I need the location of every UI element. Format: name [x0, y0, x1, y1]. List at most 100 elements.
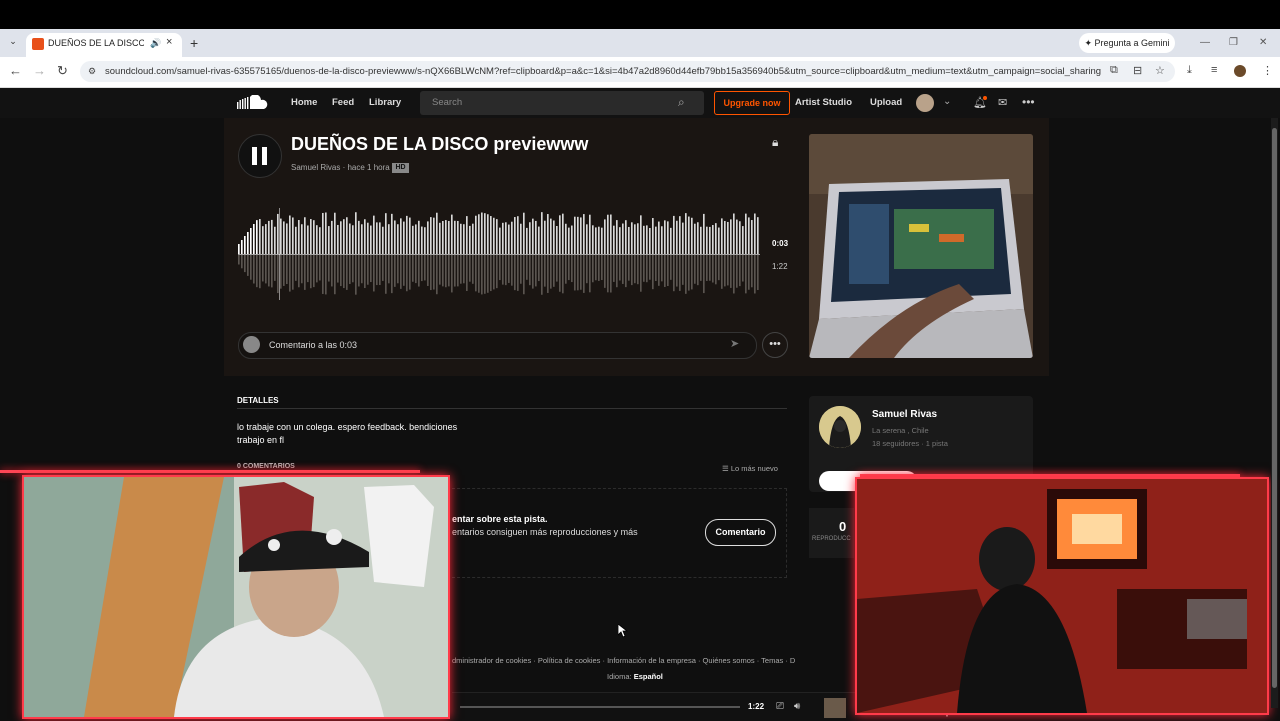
sort-label: Lo más nuevo	[730, 464, 778, 473]
waveform-bar	[316, 225, 318, 254]
waveform-bar	[346, 217, 348, 254]
hd-badge: HD	[392, 163, 409, 173]
waveform-reflection	[472, 255, 474, 284]
upgrade-button[interactable]: Upgrade now	[714, 91, 790, 115]
waveform-reflection	[709, 255, 711, 281]
search-icon[interactable]: ⌕	[678, 95, 685, 110]
artist-avatar[interactable]	[819, 406, 861, 448]
waveform-bar	[319, 227, 321, 254]
user-menu-chevron-icon[interactable]: ⌄	[943, 96, 951, 107]
audio-playing-icon[interactable]: 🔊	[150, 38, 161, 49]
waveform-bar	[397, 224, 399, 254]
new-tab-icon[interactable]: +	[190, 35, 198, 51]
track-more-button[interactable]: •••	[762, 332, 788, 358]
waveform-reflection	[520, 255, 522, 284]
total-time: 1:22	[772, 262, 788, 271]
messages-icon[interactable]: ✉	[998, 96, 1007, 109]
browser-tab[interactable]: DUEÑOS DE LA DISCO prev 🔊 ×	[26, 33, 182, 57]
tab-close-icon[interactable]: ×	[166, 36, 172, 48]
waveform-reflection	[670, 255, 672, 280]
waveform-bar	[394, 220, 396, 254]
waveform-reflection	[667, 255, 669, 286]
player-thumbnail[interactable]	[824, 698, 846, 718]
language-selector[interactable]: Idioma: Español	[607, 672, 663, 681]
waveform[interactable]	[238, 208, 760, 300]
waveform-playhead[interactable]	[279, 208, 280, 300]
gemini-label: Pregunta a Gemini	[1094, 38, 1170, 48]
waveform-bar	[688, 216, 690, 254]
minimize-icon[interactable]: —	[1200, 37, 1210, 48]
search-input[interactable]	[420, 91, 704, 115]
nav-library[interactable]: Library	[369, 97, 401, 108]
waveform-reflection	[547, 255, 549, 293]
waveform-reflection	[664, 255, 666, 287]
waveform-reflection	[469, 255, 471, 282]
waveform-reflection	[610, 255, 612, 293]
waveform-bar	[664, 220, 666, 254]
waveform-bar	[331, 220, 333, 254]
downloads-icon[interactable]: ⤓	[1187, 64, 1192, 77]
waveform-bar	[709, 226, 711, 254]
waveform-reflection	[445, 255, 447, 288]
forward-icon[interactable]: →	[33, 63, 46, 78]
site-info-icon[interactable]: ⚙	[88, 66, 96, 77]
waveform-bar	[754, 213, 756, 254]
waveform-bar	[430, 217, 432, 254]
screen-top-bar	[0, 0, 1280, 29]
waveform-reflection	[748, 255, 750, 290]
browser-menu-icon[interactable]: ⋮	[1262, 64, 1273, 77]
cast-icon[interactable]: ⎚	[776, 701, 784, 712]
waveform-reflection	[289, 255, 291, 292]
track-artwork[interactable]	[809, 134, 1033, 358]
waveform-reflection	[742, 255, 744, 282]
comment-button[interactable]: Comentario	[705, 519, 776, 546]
waveform-bar	[412, 225, 414, 254]
soundcloud-logo-icon[interactable]	[237, 95, 269, 109]
window-close-icon[interactable]: ✕	[1259, 37, 1267, 48]
back-icon[interactable]: ←	[9, 63, 22, 78]
waveform-bar	[616, 220, 618, 254]
waveform-bar	[301, 224, 303, 254]
waveform-reflection	[592, 255, 594, 283]
volume-icon[interactable]: 🔊︎	[794, 701, 800, 712]
waveform-bar	[613, 225, 615, 254]
restore-icon[interactable]: ❐	[1229, 37, 1238, 48]
waveform-reflection	[496, 255, 498, 289]
waveform-bar	[271, 219, 273, 254]
track-posted: hace 1 hora	[347, 163, 390, 172]
sort-dropdown[interactable]: ☰ Lo más nuevo	[722, 464, 778, 473]
profile-avatar[interactable]	[1234, 65, 1246, 77]
nav-artist-studio[interactable]: Artist Studio	[795, 97, 852, 108]
waveform-reflection	[661, 255, 663, 282]
waveform-reflection	[655, 255, 657, 282]
install-app-icon[interactable]: ⊟	[1133, 64, 1142, 77]
gemini-button[interactable]: ✦ Pregunta a Gemini	[1079, 33, 1175, 53]
waveform-reflection	[574, 255, 576, 291]
more-options-icon[interactable]: •••	[1022, 95, 1035, 109]
translate-icon[interactable]: ⧉	[1110, 64, 1118, 77]
footer-links[interactable]: dministrador de cookies · Política de co…	[452, 656, 795, 665]
user-avatar[interactable]	[916, 94, 934, 112]
nav-home[interactable]: Home	[291, 97, 317, 108]
artist-name[interactable]: Samuel Rivas	[872, 409, 937, 420]
waveform-reflection	[475, 255, 477, 292]
scrollbar-thumb[interactable]	[1272, 128, 1277, 688]
tab-list-chevron-icon[interactable]: ⌄	[6, 36, 20, 50]
track-artist[interactable]: Samuel Rivas	[291, 163, 340, 172]
waveform-reflection	[643, 255, 645, 282]
waveform-bar	[496, 219, 498, 254]
waveform-bar	[529, 222, 531, 254]
webcam-overlay-right	[855, 477, 1269, 715]
pause-button[interactable]	[238, 134, 282, 178]
empty-comments-title: entar sobre esta pista.	[452, 514, 548, 524]
send-comment-icon[interactable]: ➤	[730, 337, 739, 350]
waveform-reflection	[244, 255, 246, 273]
comments-heading: 0 COMENTARIOS	[237, 463, 295, 470]
nav-feed[interactable]: Feed	[332, 97, 354, 108]
waveform-reflection	[436, 255, 438, 295]
nav-upload[interactable]: Upload	[870, 97, 902, 108]
reload-icon[interactable]: ↻	[57, 63, 68, 79]
bookmark-star-icon[interactable]: ☆	[1155, 64, 1165, 77]
reading-list-icon[interactable]: ≡	[1211, 64, 1217, 76]
player-progress[interactable]	[460, 706, 740, 708]
